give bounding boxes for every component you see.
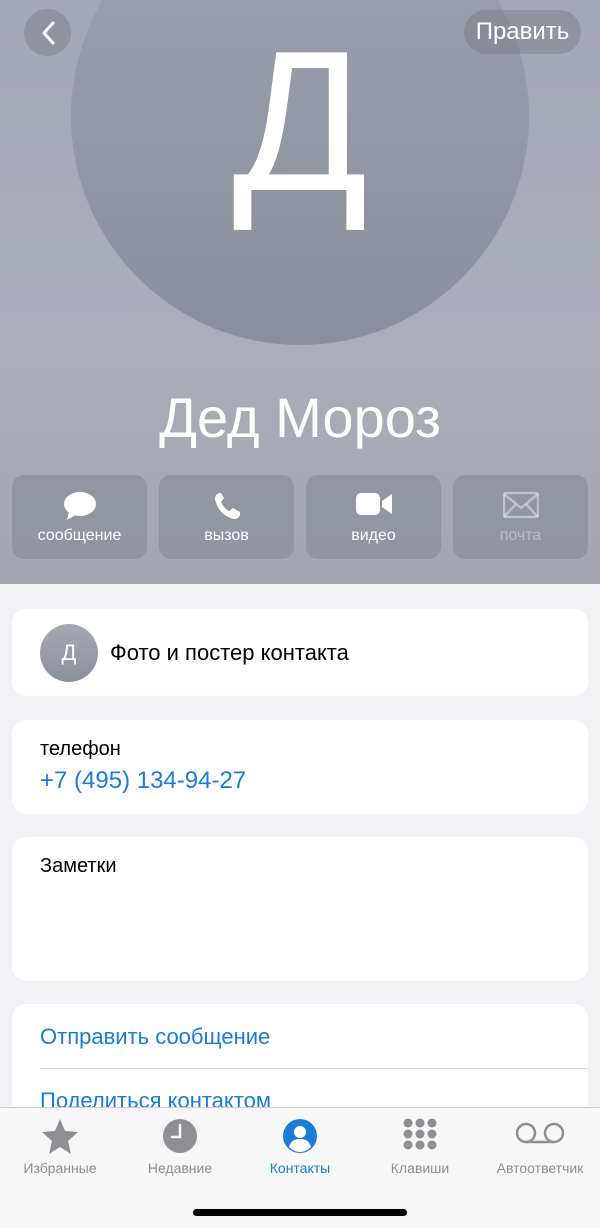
tab-voicemail[interactable]: Автоответчик	[480, 1108, 600, 1198]
phone-number-link[interactable]: +7 (495) 134-94-27	[40, 767, 246, 795]
mail-action-button: почта	[453, 475, 588, 559]
notes-label: Заметки	[40, 855, 117, 877]
avatar: Д	[40, 624, 98, 682]
phone-type-label: телефон	[40, 738, 121, 760]
edit-button[interactable]: Править	[464, 10, 581, 54]
call-action-label: вызов	[204, 527, 249, 544]
send-message-link[interactable]: Отправить сообщение	[40, 1024, 270, 1050]
phone-icon	[214, 493, 240, 519]
voicemail-icon	[515, 1122, 565, 1144]
video-camera-icon	[355, 493, 392, 515]
mail-action-label: почта	[499, 527, 542, 544]
tab-favorites-label: Избранные	[23, 1160, 97, 1176]
star-icon	[42, 1119, 78, 1154]
contact-header: Д Править Дед Мороз сообщение вызов виде…	[0, 0, 600, 584]
tab-contacts-label: Контакты	[269, 1160, 331, 1176]
photo-poster-label: Фото и постер контакта	[110, 640, 349, 665]
message-action-label: сообщение	[37, 527, 122, 544]
call-action-button[interactable]: вызов	[159, 475, 294, 559]
notes-field[interactable]: Заметки	[12, 837, 588, 981]
divider	[40, 1068, 588, 1069]
phone-card: телефон +7 (495) 134-94-27	[12, 720, 588, 814]
message-bubble-icon	[63, 492, 96, 520]
envelope-icon	[502, 491, 539, 519]
tab-voicemail-label: Автоответчик	[496, 1160, 584, 1176]
quick-actions: сообщение вызов видео почта	[12, 475, 588, 559]
photo-poster-row[interactable]: Д Фото и постер контакта	[12, 609, 588, 696]
video-action-label: видео	[351, 527, 396, 544]
message-action-button[interactable]: сообщение	[12, 475, 147, 559]
home-indicator[interactable]	[193, 1209, 407, 1216]
tab-keypad[interactable]: Клавиши	[360, 1108, 480, 1198]
back-button[interactable]	[24, 9, 71, 56]
clock-icon	[163, 1119, 197, 1153]
tab-contacts[interactable]: Контакты	[240, 1108, 360, 1198]
person-circle-icon	[283, 1119, 317, 1153]
chevron-left-icon	[42, 21, 54, 44]
tab-favorites[interactable]: Избранные	[0, 1108, 120, 1198]
contact-name: Дед Мороз	[159, 386, 441, 449]
keypad-icon	[403, 1118, 437, 1156]
video-action-button[interactable]: видео	[306, 475, 441, 559]
tab-keypad-label: Клавиши	[390, 1160, 450, 1176]
tab-recents[interactable]: Недавние	[120, 1108, 240, 1198]
tab-recents-label: Недавние	[147, 1160, 213, 1176]
